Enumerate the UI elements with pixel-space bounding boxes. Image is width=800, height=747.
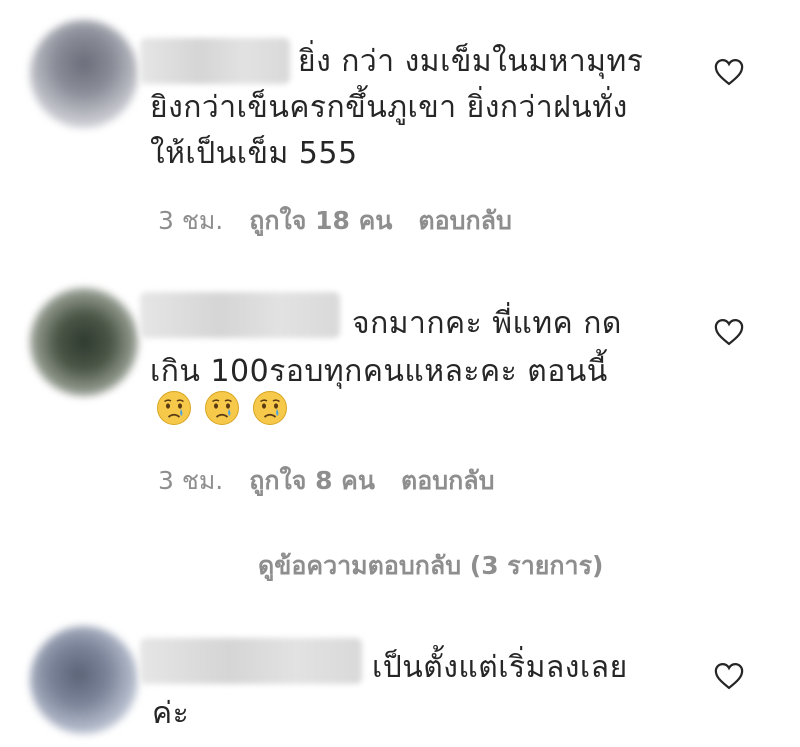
heart-icon[interactable] — [714, 58, 744, 86]
username-blurred[interactable] — [140, 638, 362, 684]
crying-face-emoji — [157, 391, 191, 425]
reply-button[interactable]: ตอบกลับ — [418, 206, 511, 235]
crying-face-emoji — [205, 391, 240, 425]
comment-2: จกมากคะ พี่แทค กด เกิน 100รอบทุกคนแหละคะ… — [0, 270, 800, 600]
comment-text-line: จกมากคะ พี่แทค กด — [352, 306, 622, 341]
comment-text-line: เป็นตั้งแต่เริ่มลงเลย — [372, 650, 628, 685]
timestamp: 3 ชม. — [158, 466, 224, 495]
comment-3: เป็นตั้งแต่เริ่มลงเลย ค่ะ — [0, 610, 800, 747]
avatar[interactable] — [30, 626, 138, 734]
comment-text-line: ให้เป็นเข็ม 555 — [150, 136, 358, 171]
likes-count[interactable]: ถูกใจ 8 คน — [249, 466, 375, 495]
comment-meta: 3 ชม. ถูกใจ 8 คน ตอบกลับ — [158, 466, 494, 496]
comment-text-line: ค่ะ — [152, 696, 190, 731]
avatar[interactable] — [30, 20, 138, 128]
avatar[interactable] — [30, 288, 138, 396]
username-blurred[interactable] — [140, 292, 340, 338]
emoji-row — [156, 390, 295, 430]
comment-meta: 3 ชม. ถูกใจ 18 คน ตอบกลับ — [158, 206, 512, 236]
likes-count[interactable]: ถูกใจ 18 คน — [249, 206, 392, 235]
crying-face-emoji — [253, 391, 288, 425]
comment-text-line: ยิ่ง กว่า งมเข็มในมหามุทร — [298, 44, 644, 79]
comment-1: ยิ่ง กว่า งมเข็มในมหามุทร ยิงกว่าเข็นครก… — [0, 0, 800, 260]
timestamp: 3 ชม. — [158, 206, 224, 235]
heart-icon[interactable] — [714, 662, 744, 690]
username-blurred[interactable] — [140, 38, 290, 84]
comment-text-line: เกิน 100รอบทุกคนแหละคะ ตอนนี้ — [150, 354, 608, 389]
reply-button[interactable]: ตอบกลับ — [401, 466, 494, 495]
view-replies-button[interactable]: ดูข้อความตอบกลับ (3 รายการ) — [258, 551, 603, 581]
heart-icon[interactable] — [714, 318, 744, 346]
comment-text-line: ยิงกว่าเข็นครกขึ้นภูเขา ยิ่งกว่าฝนทั่ง — [150, 90, 628, 125]
